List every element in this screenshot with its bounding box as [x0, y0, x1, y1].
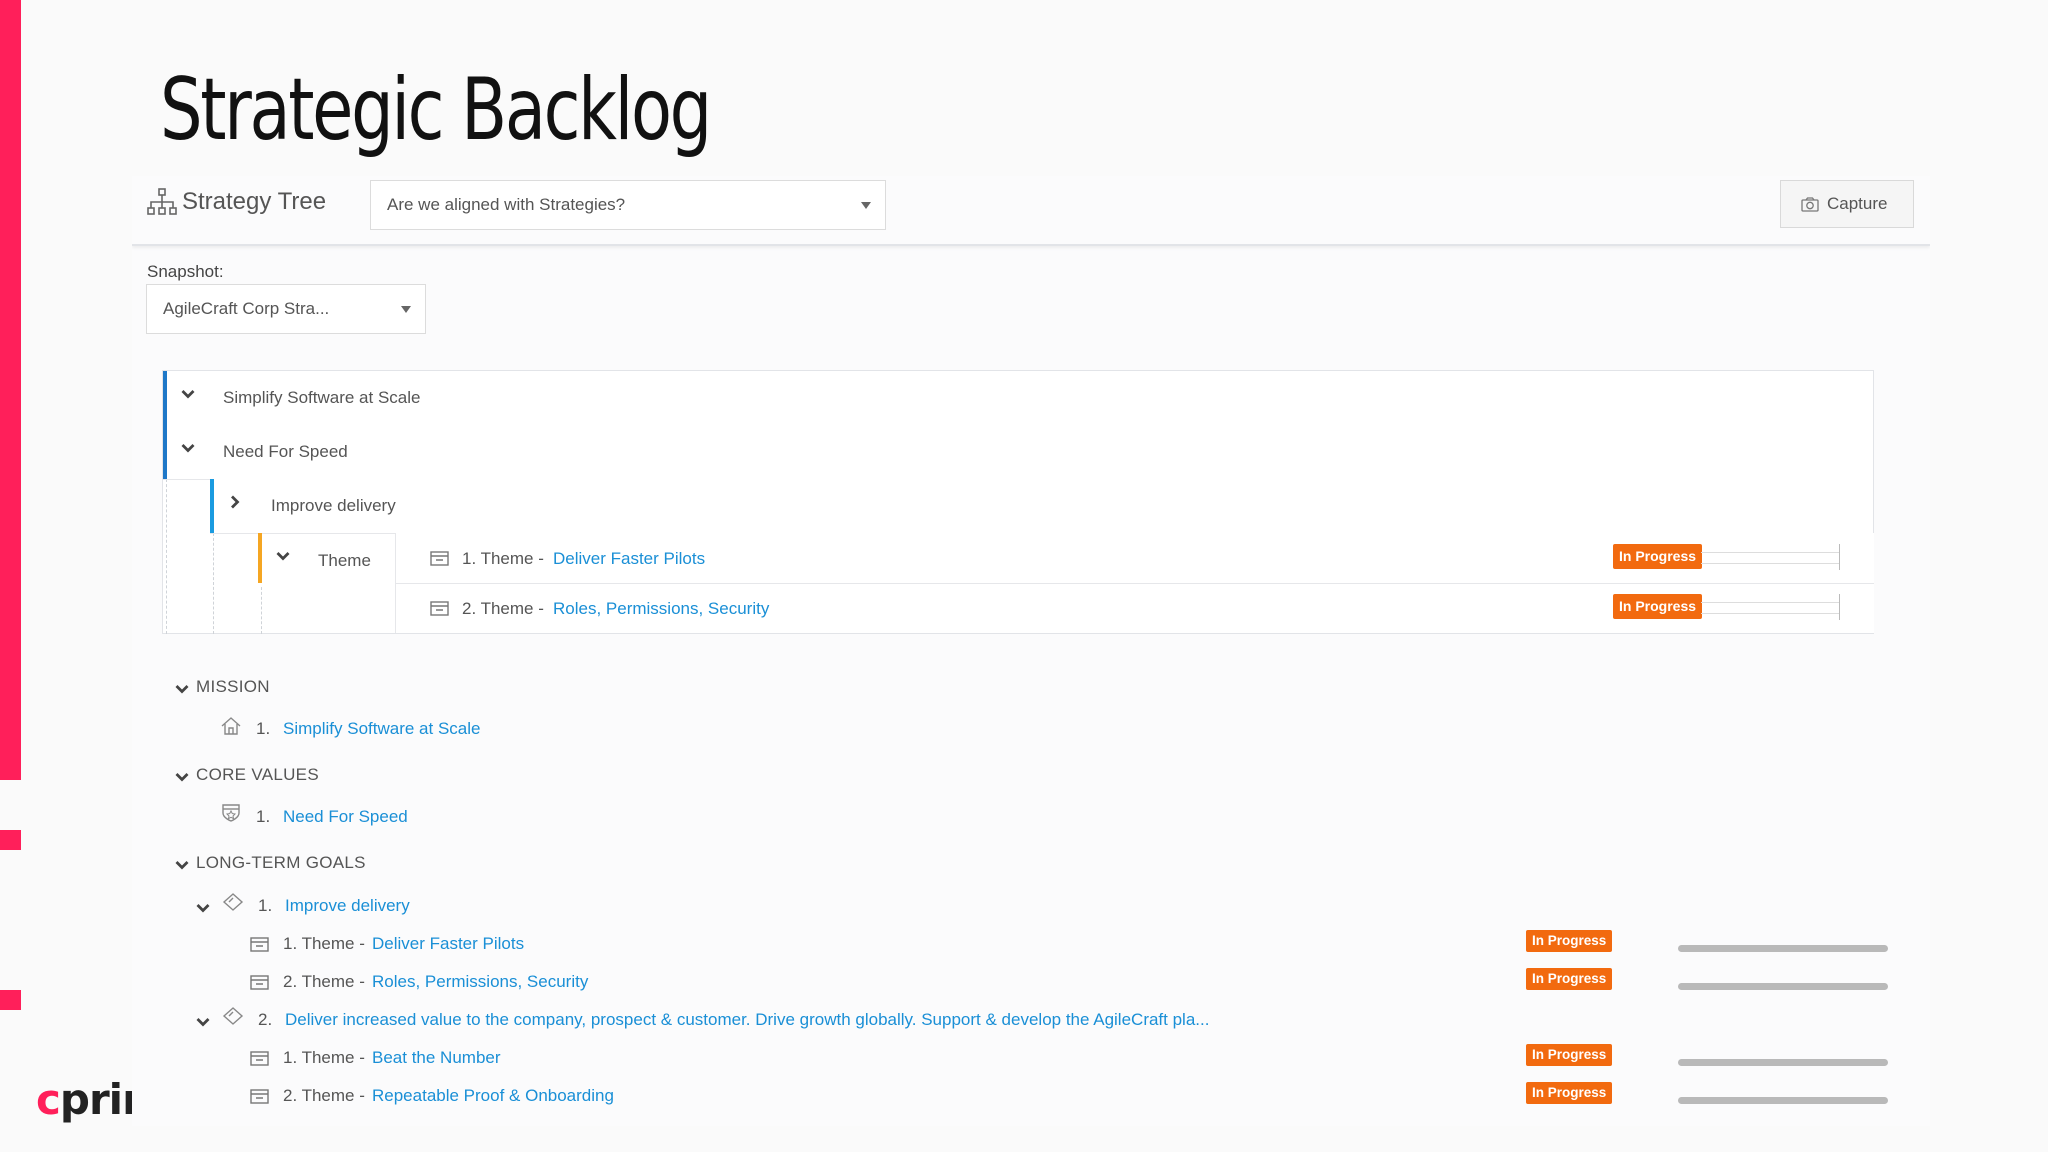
- snapshot-select-value: AgileCraft Corp Stra...: [163, 299, 330, 318]
- mission-item-link[interactable]: Simplify Software at Scale: [283, 719, 480, 739]
- accent-bar-top: [0, 0, 21, 780]
- tree-row-core-value[interactable]: Need For Speed: [163, 425, 1873, 480]
- progress-track-end: [1839, 544, 1840, 570]
- section-header-core-values: CORE VALUES: [196, 765, 319, 784]
- toolbar: Strategy Tree Are we aligned with Strate…: [132, 176, 1930, 246]
- theme-prefix: 1. Theme -: [462, 549, 544, 568]
- theme-box-icon: [250, 1089, 269, 1104]
- theme-prefix: 1. Theme -: [283, 1048, 365, 1067]
- tree-row-goal[interactable]: Improve delivery: [210, 479, 1873, 534]
- section-header-mission: MISSION: [196, 677, 270, 696]
- view-select[interactable]: Are we aligned with Strategies?: [370, 180, 886, 230]
- theme-prefix: 2. Theme -: [283, 972, 365, 991]
- status-badge: In Progress: [1526, 968, 1613, 990]
- core-value-item-num: 1.: [256, 807, 271, 826]
- status-badge: In Progress: [1526, 1044, 1613, 1066]
- progress-track-end: [1839, 594, 1840, 620]
- section-header-long-term-goals: LONG-TERM GOALS: [196, 853, 366, 872]
- accent-bar-low: [0, 990, 21, 1010]
- chevron-down-icon[interactable]: [196, 1017, 210, 1029]
- tree-row-mission[interactable]: Simplify Software at Scale: [163, 371, 1873, 426]
- tree-guide-line: [213, 533, 214, 634]
- status-badge: In Progress: [1613, 544, 1703, 569]
- level-bar: [258, 533, 262, 583]
- core-value-item-link[interactable]: Need For Speed: [283, 807, 408, 827]
- mission-item-num: 1.: [256, 719, 271, 738]
- snapshot-label: Snapshot:: [147, 262, 224, 281]
- tree-guide-line: [166, 479, 167, 634]
- home-icon: [221, 717, 241, 735]
- snapshot-select[interactable]: AgileCraft Corp Stra...: [146, 284, 426, 334]
- slide-title: Strategic Backlog: [160, 60, 712, 160]
- theme-box-icon: [430, 601, 449, 616]
- tree-label-mission: Simplify Software at Scale: [223, 388, 421, 407]
- diamond-icon: [222, 1007, 244, 1025]
- theme-box-icon: [430, 551, 449, 566]
- progress-bar: [1678, 983, 1888, 990]
- strategy-tree-panel: Simplify Software at Scale Need For Spee…: [162, 370, 1874, 634]
- progress-bar: [1678, 1097, 1888, 1104]
- chevron-down-icon[interactable]: [181, 443, 195, 455]
- theme-prefix: 1. Theme -: [283, 934, 365, 953]
- chevron-right-icon[interactable]: [230, 495, 242, 509]
- theme-box-icon: [250, 1051, 269, 1066]
- theme-box-icon: [250, 937, 269, 952]
- theme-prefix: 2. Theme -: [462, 599, 544, 618]
- chevron-down-icon[interactable]: [175, 860, 189, 872]
- theme-link[interactable]: Roles, Permissions, Security: [553, 599, 769, 619]
- theme-link[interactable]: Repeatable Proof & Onboarding: [372, 1086, 614, 1106]
- theme-link[interactable]: Deliver Faster Pilots: [553, 549, 705, 569]
- level-bar: [210, 479, 214, 533]
- caret-down-icon: [401, 306, 411, 313]
- level-bar: [163, 425, 167, 479]
- shield-icon: [222, 804, 240, 822]
- tree-label-core-value: Need For Speed: [223, 442, 348, 461]
- progress-track: [1701, 552, 1839, 564]
- tree-row-themes: Theme 1. Theme - Deliver Faster Pilots I…: [258, 533, 1874, 633]
- diamond-icon: [222, 893, 244, 911]
- strategy-tree-icon: [147, 188, 177, 215]
- accent-bar-mid: [0, 830, 21, 850]
- theme-link[interactable]: Beat the Number: [372, 1048, 501, 1068]
- goal-num: 1.: [258, 896, 273, 915]
- camera-icon: [1801, 197, 1819, 212]
- chevron-down-icon[interactable]: [276, 551, 290, 563]
- theme-link[interactable]: Roles, Permissions, Security: [372, 972, 588, 992]
- level-bar: [163, 371, 167, 425]
- goal-num: 2.: [258, 1010, 273, 1029]
- theme-link[interactable]: Deliver Faster Pilots: [372, 934, 524, 954]
- theme-list: 1. Theme - Deliver Faster Pilots In Prog…: [395, 533, 1874, 633]
- capture-button[interactable]: Capture: [1780, 180, 1914, 228]
- theme-row[interactable]: 1. Theme - Deliver Faster Pilots In Prog…: [396, 533, 1874, 584]
- capture-label: Capture: [1827, 194, 1888, 213]
- chevron-down-icon[interactable]: [196, 903, 210, 915]
- chevron-down-icon[interactable]: [175, 684, 189, 696]
- progress-bar: [1678, 945, 1888, 952]
- goal-link[interactable]: Improve delivery: [285, 896, 410, 916]
- progress-bar: [1678, 1059, 1888, 1066]
- brand-initial: c: [36, 1075, 61, 1124]
- status-badge: In Progress: [1526, 1082, 1613, 1104]
- theme-group-label: Theme: [318, 551, 371, 570]
- status-badge: In Progress: [1526, 930, 1613, 952]
- status-badge: In Progress: [1613, 594, 1703, 619]
- view-select-value: Are we aligned with Strategies?: [387, 195, 626, 214]
- caret-down-icon: [861, 202, 871, 209]
- progress-track: [1701, 602, 1839, 614]
- strategy-tree-label[interactable]: Strategy Tree: [182, 188, 326, 216]
- strategy-app: Strategy Tree Are we aligned with Strate…: [132, 176, 1930, 1126]
- chevron-down-icon[interactable]: [181, 389, 195, 401]
- tree-label-goal: Improve delivery: [271, 496, 396, 515]
- chevron-down-icon[interactable]: [175, 772, 189, 784]
- theme-row[interactable]: 2. Theme - Roles, Permissions, Security …: [396, 583, 1874, 633]
- theme-box-icon: [250, 975, 269, 990]
- theme-prefix: 2. Theme -: [283, 1086, 365, 1105]
- goal-link[interactable]: Deliver increased value to the company, …: [285, 1010, 1209, 1030]
